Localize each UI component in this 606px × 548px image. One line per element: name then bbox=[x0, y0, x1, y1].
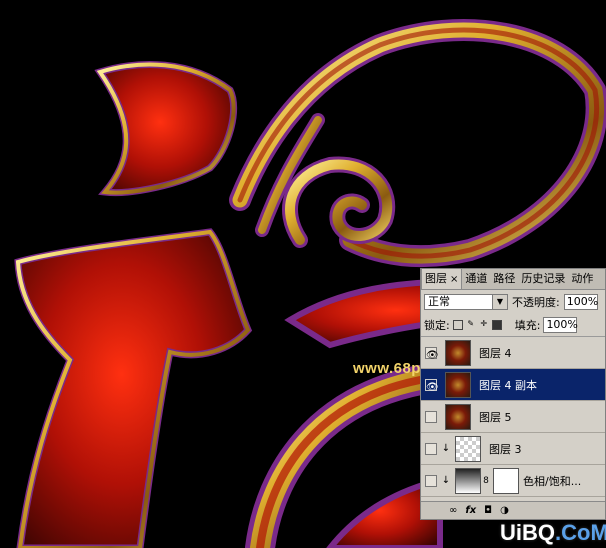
blend-options-row: 正常 ▼ 不透明度: 100% bbox=[421, 290, 605, 314]
tab-history[interactable]: 历史记录 bbox=[518, 269, 568, 289]
visibility-toggle[interactable] bbox=[421, 465, 441, 496]
layer-thumbnail bbox=[445, 403, 471, 430]
lock-label: 锁定: bbox=[424, 319, 450, 332]
tab-channels[interactable]: 通道 bbox=[462, 269, 490, 289]
clip-arrow-icon: ↓ bbox=[441, 475, 451, 486]
layer-thumbnail bbox=[445, 371, 471, 398]
watermark-uibq-main: UiBQ bbox=[500, 520, 555, 545]
clip-arrow-icon: ↓ bbox=[441, 443, 451, 454]
blend-mode-select[interactable]: 正常 ▼ bbox=[424, 294, 508, 310]
tab-layers-label: 图层 bbox=[425, 272, 447, 285]
lock-transparent-icon[interactable] bbox=[452, 320, 463, 330]
blend-mode-value: 正常 bbox=[428, 295, 450, 308]
layer-row[interactable]: ↓ 图层 3 bbox=[421, 433, 605, 465]
panel-bottom-bar: ∞ fx ◘ ◑ bbox=[421, 501, 605, 519]
layer-name: 色相/饱和... bbox=[523, 474, 582, 488]
lock-all-icon[interactable] bbox=[491, 320, 502, 330]
adjustment-thumbnail bbox=[455, 467, 481, 494]
layers-panel: 图层 × 通道 路径 历史记录 动作 正常 ▼ 不透明度: 100% 锁定: ✎ … bbox=[420, 268, 606, 520]
lock-row: 锁定: ✎ ✛ 填充: 100% bbox=[421, 314, 605, 337]
radical-stroke bbox=[14, 228, 253, 548]
fill-field[interactable]: 100% bbox=[543, 317, 578, 333]
chain-link-icon: 8 bbox=[483, 475, 489, 486]
eye-icon: 👁 bbox=[426, 381, 439, 393]
lock-brush-icon[interactable]: ✎ bbox=[466, 320, 476, 330]
watermark-uibq: UiBQ.CoM bbox=[500, 520, 606, 546]
layer-thumbnail bbox=[455, 435, 481, 462]
layer-name: 图层 4 副本 bbox=[479, 378, 537, 392]
layer-row[interactable]: 👁 图层 4 bbox=[421, 337, 605, 369]
chevron-down-icon: ▼ bbox=[492, 295, 507, 309]
layer-name: 图层 5 bbox=[479, 410, 512, 424]
layer-row-selected[interactable]: 👁 图层 4 副本 bbox=[421, 369, 605, 401]
panel-tab-row: 图层 × 通道 路径 历史记录 动作 bbox=[421, 269, 605, 290]
lock-move-icon[interactable]: ✛ bbox=[479, 320, 489, 330]
mask-icon[interactable]: ◘ bbox=[484, 505, 492, 516]
eye-icon: 👁 bbox=[426, 349, 439, 361]
tab-paths[interactable]: 路径 bbox=[490, 269, 518, 289]
close-icon[interactable]: × bbox=[450, 274, 458, 285]
fx-icon[interactable]: fx bbox=[465, 505, 476, 516]
adjustment-icon[interactable]: ◑ bbox=[500, 505, 509, 516]
link-icon[interactable]: ∞ bbox=[449, 505, 457, 516]
watermark-uibq-suffix: .CoM bbox=[555, 520, 606, 545]
opacity-field[interactable]: 100% bbox=[563, 294, 598, 310]
visibility-toggle[interactable]: 👁 bbox=[421, 337, 441, 368]
layer-thumbnail bbox=[445, 339, 471, 366]
tab-actions[interactable]: 动作 bbox=[568, 269, 596, 289]
opacity-label: 不透明度: bbox=[512, 296, 560, 309]
visibility-toggle[interactable] bbox=[421, 433, 441, 464]
visibility-toggle[interactable] bbox=[421, 401, 441, 432]
layer-row[interactable]: 图层 5 bbox=[421, 401, 605, 433]
layer-name: 图层 3 bbox=[489, 442, 522, 456]
mask-thumbnail bbox=[493, 467, 519, 494]
layer-row[interactable]: ↓ 8 色相/饱和... bbox=[421, 465, 605, 497]
fill-label: 填充: bbox=[514, 319, 541, 332]
layer-name: 图层 4 bbox=[479, 346, 512, 360]
tab-layers[interactable]: 图层 × bbox=[421, 269, 463, 289]
visibility-toggle[interactable]: 👁 bbox=[421, 369, 441, 400]
